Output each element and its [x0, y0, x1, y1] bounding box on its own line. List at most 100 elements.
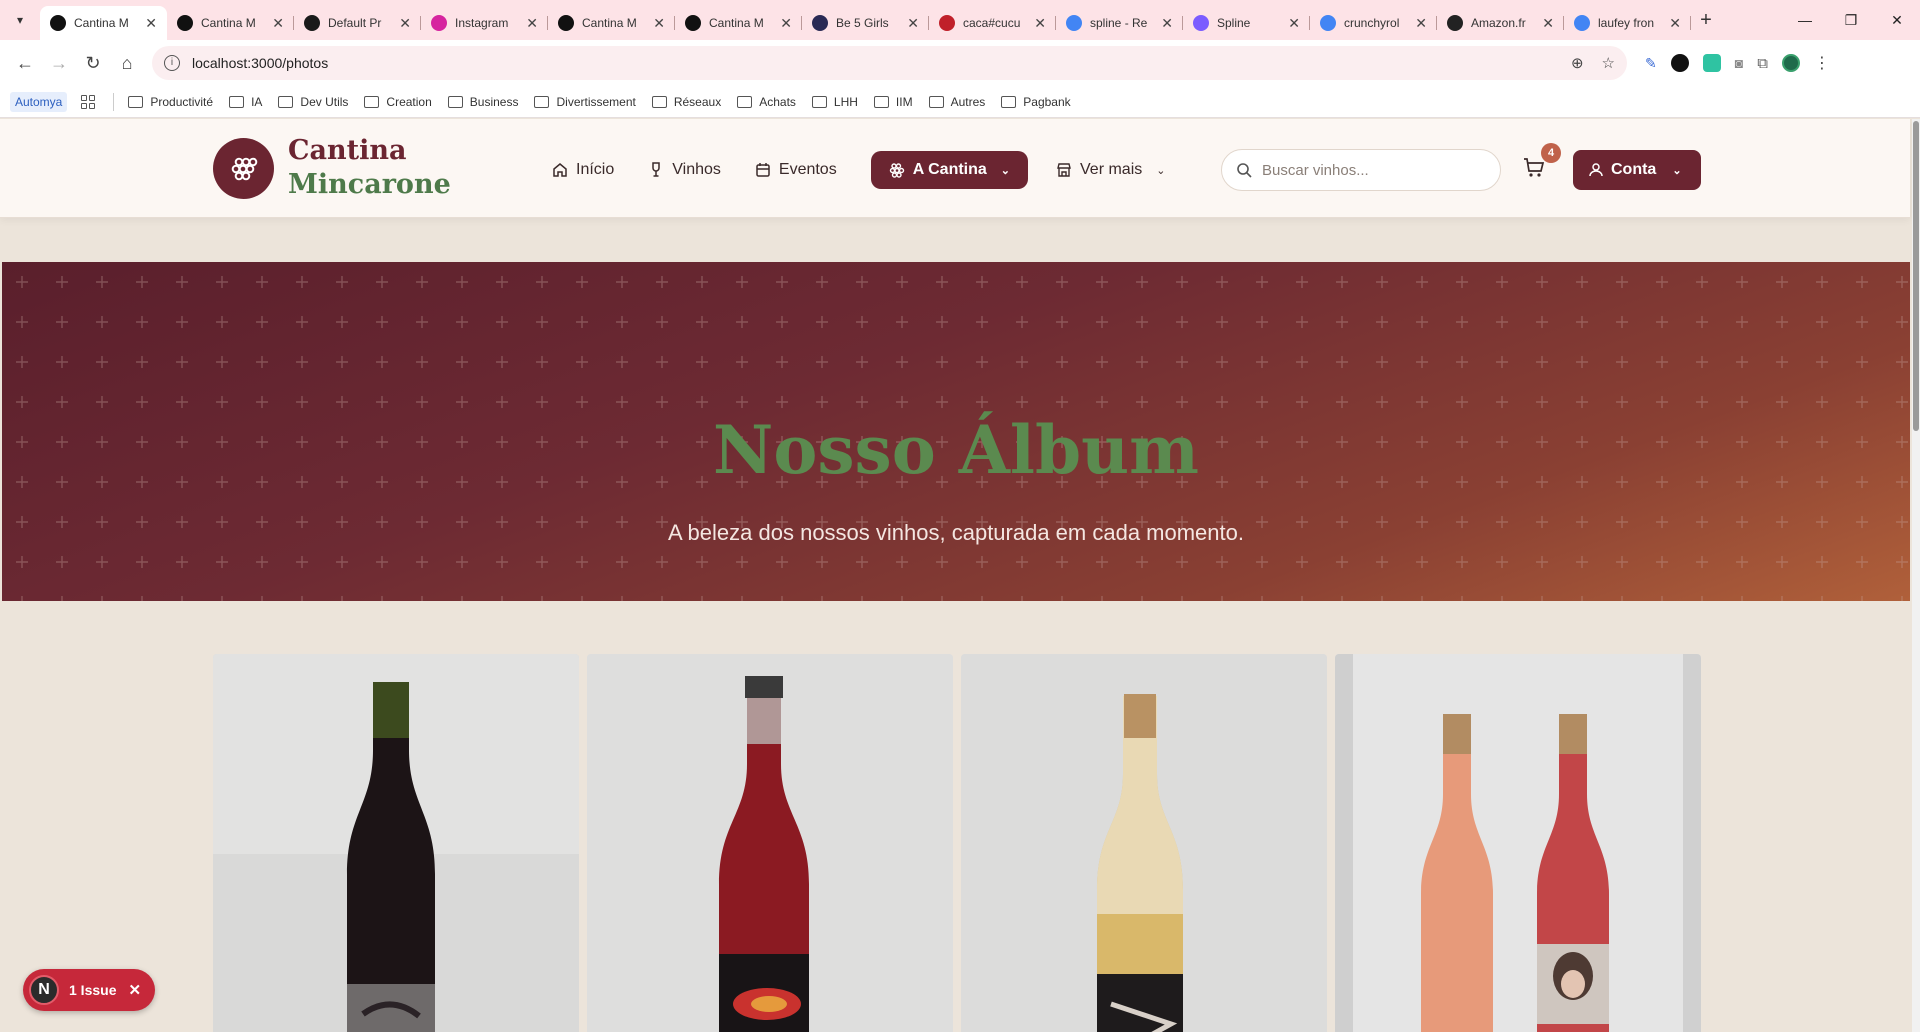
bookmark-folder-label: Autres: [950, 94, 986, 109]
new-tab-button[interactable]: +: [1691, 9, 1721, 32]
nav-ver-mais[interactable]: Ver mais ⌄: [1056, 151, 1165, 189]
browser-tab[interactable]: Instagram ✕: [421, 6, 548, 40]
back-button[interactable]: ←: [8, 46, 42, 80]
tab-close-icon[interactable]: ✕: [1288, 15, 1300, 32]
tab-search-chevron-icon[interactable]: ▾: [0, 0, 40, 40]
bookmark-folder[interactable]: LHH: [811, 95, 858, 109]
close-window-button[interactable]: ✕: [1874, 0, 1920, 40]
camera-extension-icon[interactable]: ◙: [1735, 55, 1743, 71]
page-scrollbar[interactable]: [1912, 119, 1920, 1032]
gallery-photo-2[interactable]: [587, 654, 953, 1032]
tab-title: Amazon.fr: [1471, 16, 1526, 30]
account-label: Conta: [1611, 161, 1657, 178]
bookmark-folder[interactable]: Réseaux: [651, 95, 721, 109]
tab-close-icon[interactable]: ✕: [907, 15, 919, 32]
home-button[interactable]: ⌂: [110, 46, 144, 80]
zoom-icon[interactable]: ⊕: [1571, 54, 1584, 72]
minimize-button[interactable]: —: [1782, 0, 1828, 40]
folder-icon: [737, 95, 753, 108]
browser-toolbar: ← → ↻ ⌂ i localhost:3000/photos ⊕ ☆ ✎ ◙ …: [0, 40, 1920, 86]
page-title: Nosso Álbum: [713, 411, 1199, 489]
browser-tab[interactable]: caca#cucu ✕: [929, 6, 1056, 40]
nav-vinhos[interactable]: Vinhos: [648, 151, 721, 189]
folder-icon: [1001, 95, 1017, 108]
reload-button[interactable]: ↻: [76, 46, 110, 80]
nav-inicio[interactable]: Início: [552, 151, 614, 189]
puzzle-extensions-icon[interactable]: ⧉: [1757, 55, 1768, 72]
tab-close-icon[interactable]: ✕: [399, 15, 411, 32]
bookmark-folder[interactable]: Autres: [928, 94, 986, 109]
tab-close-icon[interactable]: ✕: [1034, 15, 1046, 32]
close-issues-icon[interactable]: ✕: [128, 981, 141, 999]
window-controls: — ❐ ✕: [1782, 0, 1920, 40]
browser-tab[interactable]: Cantina M ✕: [40, 6, 167, 40]
bookmark-folder[interactable]: Pagbank: [1001, 95, 1071, 109]
bookmark-folder[interactable]: Creation: [364, 94, 432, 109]
restore-button[interactable]: ❐: [1828, 0, 1874, 40]
tab-close-icon[interactable]: ✕: [526, 15, 538, 32]
tab-close-icon[interactable]: ✕: [653, 15, 665, 32]
bookmark-folder[interactable]: Dev Utils: [278, 95, 348, 109]
bookmark-folder-label: Creation: [386, 94, 432, 109]
bookmark-folder[interactable]: IIM: [873, 95, 913, 109]
gallery-photo-1[interactable]: [213, 654, 579, 1032]
browser-tab[interactable]: Amazon.fr ✕: [1437, 6, 1564, 40]
nav-a-cantina[interactable]: A Cantina ⌄: [870, 151, 1028, 189]
tab-close-icon[interactable]: ✕: [780, 15, 792, 32]
nextjs-logo-icon: N: [29, 975, 59, 1005]
nav-eventos[interactable]: Eventos: [755, 151, 837, 189]
gallery-photo-3[interactable]: [961, 654, 1327, 1032]
tab-close-icon[interactable]: ✕: [145, 15, 157, 32]
browser-tab[interactable]: Be 5 Girls ✕: [802, 6, 929, 40]
folder-icon: [128, 95, 144, 108]
search-box[interactable]: Buscar vinhos...: [1221, 149, 1501, 191]
browser-tab[interactable]: Spline ✕: [1183, 6, 1310, 40]
tab-favicon-icon: [177, 15, 193, 31]
browser-tab[interactable]: laufey fron ✕: [1564, 6, 1691, 40]
tab-close-icon[interactable]: ✕: [1415, 15, 1427, 32]
browser-menu-icon[interactable]: ⋮: [1814, 53, 1830, 73]
dev-issues-indicator[interactable]: N 1 Issue ✕: [23, 969, 155, 1011]
nav-inicio-label: Início: [576, 161, 615, 178]
tab-close-icon[interactable]: ✕: [1669, 15, 1681, 32]
bookmark-folder[interactable]: Productivité: [128, 95, 213, 109]
folder-icon: [873, 95, 889, 108]
red-wine-bottle-image: [213, 654, 579, 1032]
bookmark-folder[interactable]: Divertissement: [534, 95, 636, 109]
gallery-photo-4[interactable]: [1335, 654, 1701, 1032]
profile-avatar[interactable]: [1781, 54, 1800, 72]
browser-tab[interactable]: Default Pr ✕: [294, 6, 421, 40]
extension-black-icon[interactable]: [1670, 54, 1689, 72]
cart-icon[interactable]: [1523, 157, 1545, 179]
bookmark-automya[interactable]: Automya: [10, 91, 68, 112]
bookmark-folder[interactable]: IA: [229, 95, 262, 109]
chevron-down-icon: ⌄: [1000, 164, 1010, 177]
scrollbar-thumb[interactable]: [1913, 121, 1919, 431]
browser-tab[interactable]: Cantina M ✕: [167, 6, 294, 40]
bookmark-folder[interactable]: Achats: [737, 95, 796, 109]
account-button[interactable]: Conta ⌄: [1573, 150, 1701, 190]
calendar-icon: [756, 163, 770, 177]
tab-favicon-icon: [304, 15, 320, 31]
extension-green-icon[interactable]: [1702, 54, 1721, 72]
browser-tab[interactable]: Cantina M ✕: [675, 6, 802, 40]
tab-close-icon[interactable]: ✕: [272, 15, 284, 32]
browser-tab[interactable]: Cantina M ✕: [548, 6, 675, 40]
bookmark-folder[interactable]: Business: [447, 95, 518, 109]
forward-button[interactable]: →: [42, 46, 76, 80]
pet-nat-bottle-image: [587, 654, 953, 1032]
tab-close-icon[interactable]: ✕: [1542, 15, 1554, 32]
address-bar[interactable]: i localhost:3000/photos ⊕ ☆: [152, 46, 1627, 80]
logo-grape-icon[interactable]: [213, 138, 274, 199]
site-info-icon[interactable]: i: [164, 55, 180, 71]
apps-grid-icon[interactable]: [81, 94, 96, 109]
user-icon: [1589, 163, 1603, 177]
tab-close-icon[interactable]: ✕: [1161, 15, 1173, 32]
browser-tab[interactable]: spline - Re ✕: [1056, 6, 1183, 40]
brand-name[interactable]: Cantina Mincarone: [288, 134, 451, 202]
bookmark-star-icon[interactable]: ☆: [1602, 54, 1615, 72]
browser-tab[interactable]: crunchyrol ✕: [1310, 6, 1437, 40]
pen-extension-icon[interactable]: ✎: [1645, 55, 1657, 72]
folder-icon: [364, 95, 380, 108]
tab-title: Cantina M: [201, 16, 256, 30]
